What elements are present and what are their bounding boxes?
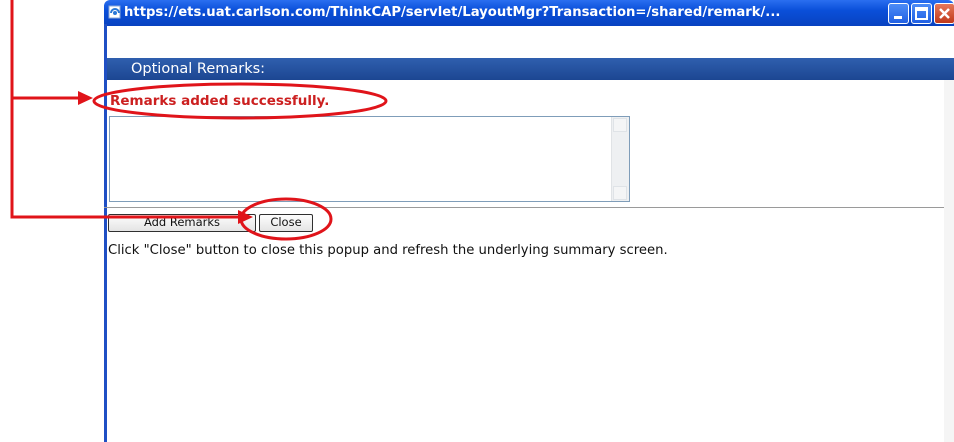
section-title: Optional Remarks: (131, 61, 266, 77)
annotation-arrowhead (78, 91, 93, 105)
minimize-button[interactable] (888, 3, 909, 24)
instruction-text: Click "Close" button to close this popup… (108, 243, 668, 258)
annotation-line (10, 0, 80, 100)
close-icon (939, 8, 950, 19)
window-title: https://ets.uat.carlson.com/ThinkCAP/ser… (124, 5, 781, 20)
remarks-scrollbar[interactable] (611, 117, 629, 201)
maximize-button[interactable] (911, 3, 932, 24)
minimize-icon (894, 16, 902, 19)
section-header: Optional Remarks: (107, 58, 954, 80)
ie-page-icon (108, 5, 121, 19)
maximize-icon (915, 7, 928, 20)
add-remarks-button[interactable]: Add Remarks (108, 214, 256, 232)
scroll-up-arrow[interactable] (613, 118, 627, 132)
remarks-textarea[interactable] (109, 116, 630, 202)
status-message: Remarks added successfully. (110, 93, 330, 109)
window-border (104, 24, 107, 442)
window-titlebar[interactable]: https://ets.uat.carlson.com/ThinkCAP/ser… (104, 0, 954, 26)
divider (104, 207, 954, 208)
close-button[interactable]: Close (259, 214, 313, 232)
page-scrollbar[interactable] (944, 80, 954, 442)
scroll-down-arrow[interactable] (613, 186, 627, 200)
window-close-button[interactable] (934, 3, 954, 24)
